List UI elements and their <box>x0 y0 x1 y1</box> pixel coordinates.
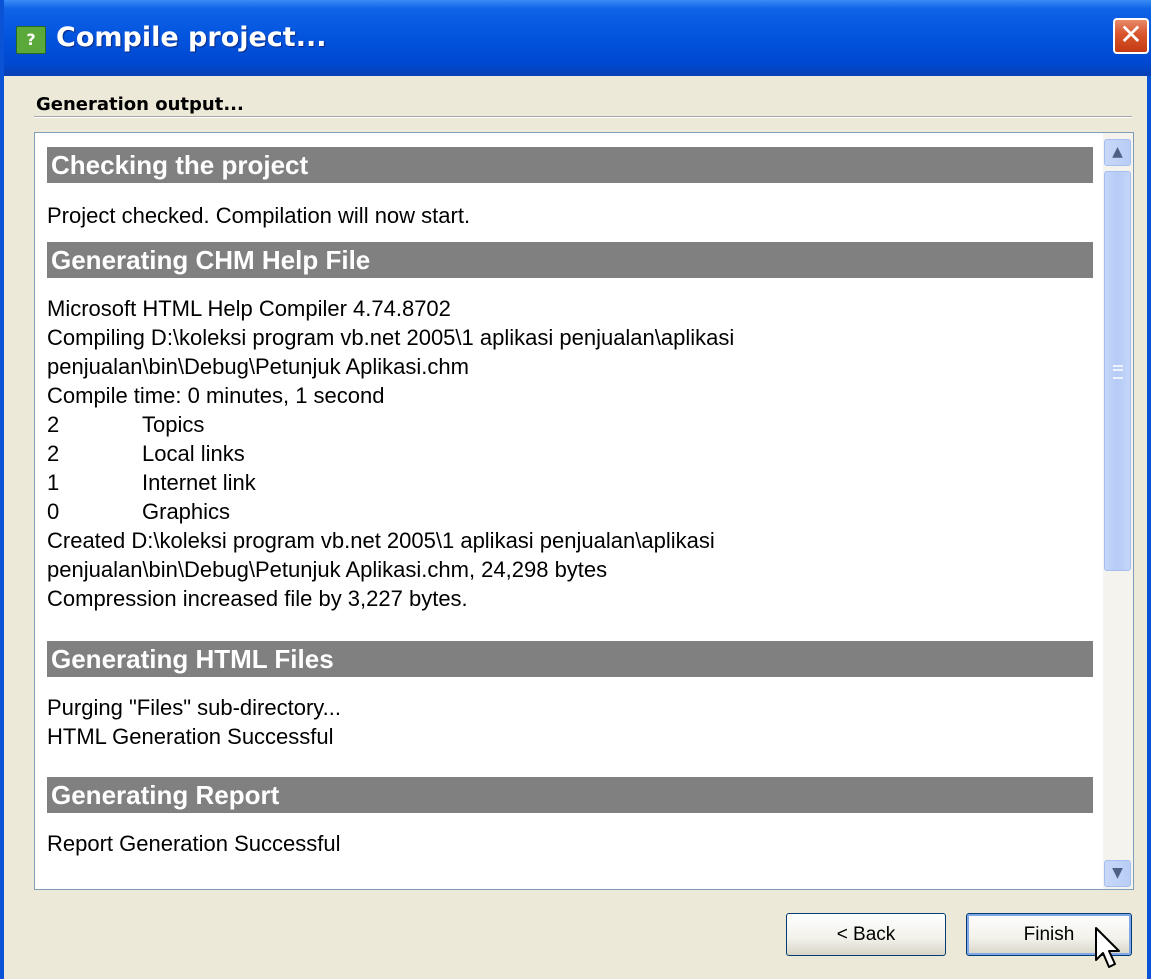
stat-count: 2 <box>47 441 60 466</box>
report-text: Report Generation Successful <box>47 831 341 856</box>
html-body: Purging "Files" sub-directory... HTML Ge… <box>47 693 1093 751</box>
scroll-up-button[interactable]: ▲ <box>1104 139 1131 166</box>
vertical-scrollbar[interactable]: ▲ ▼ <box>1103 133 1133 889</box>
help-book-icon: ? <box>16 26 46 54</box>
stat-row: 2 Topics <box>47 410 1093 439</box>
separator-line <box>34 116 1132 118</box>
heading-html: Generating HTML Files <box>47 641 1093 677</box>
scroll-thumb[interactable] <box>1104 171 1131 571</box>
html-line: Purging "Files" sub-directory... <box>47 695 341 720</box>
stat-label: Internet link <box>142 470 256 495</box>
stat-row: 0 Graphics <box>47 497 1093 526</box>
chm-line: penjualan\bin\Debug\Petunjuk Aplikasi.ch… <box>47 354 469 379</box>
title-bar[interactable]: ? Compile project... ✕ <box>4 0 1151 76</box>
stat-count: 0 <box>47 499 60 524</box>
stat-count: 2 <box>47 412 60 437</box>
heading-chm: Generating CHM Help File <box>47 242 1093 278</box>
back-button[interactable]: < Back <box>786 913 946 956</box>
heading-checking: Checking the project <box>47 147 1093 183</box>
stat-label: Topics <box>142 412 205 437</box>
chm-line: Microsoft HTML Help Compiler 4.74.8702 <box>47 296 451 321</box>
chm-line: Compile time: 0 minutes, 1 second <box>47 383 385 408</box>
mouse-pointer-icon <box>1095 927 1120 968</box>
stat-label: Graphics <box>142 499 231 524</box>
html-line: HTML Generation Successful <box>47 724 334 749</box>
stat-label: Local links <box>142 441 245 466</box>
stat-count: 1 <box>47 470 60 495</box>
checking-text: Project checked. Compilation will now st… <box>47 203 471 228</box>
stat-row: 2 Local links <box>47 439 1093 468</box>
compile-dialog: ? Compile project... ✕ Generation output… <box>0 0 1151 979</box>
output-content: Checking the project Project checked. Co… <box>47 147 1093 858</box>
chm-line: penjualan\bin\Debug\Petunjuk Aplikasi.ch… <box>47 557 608 582</box>
scroll-down-button[interactable]: ▼ <box>1104 860 1131 887</box>
chm-line: Compression increased file by 3,227 byte… <box>47 586 468 611</box>
stat-row: 1 Internet link <box>47 468 1093 497</box>
chm-line: Compiling D:\koleksi program vb.net 2005… <box>47 325 735 350</box>
heading-report: Generating Report <box>47 777 1093 813</box>
chm-body: Microsoft HTML Help Compiler 4.74.8702 C… <box>47 294 1093 613</box>
grip-icon <box>1113 365 1123 379</box>
close-button[interactable]: ✕ <box>1113 18 1149 54</box>
window-title: Compile project... <box>56 22 327 53</box>
chm-line: Created D:\koleksi program vb.net 2005\1… <box>47 528 715 553</box>
section-label: Generation output... <box>36 94 244 115</box>
generation-output-panel[interactable]: Checking the project Project checked. Co… <box>34 132 1134 890</box>
